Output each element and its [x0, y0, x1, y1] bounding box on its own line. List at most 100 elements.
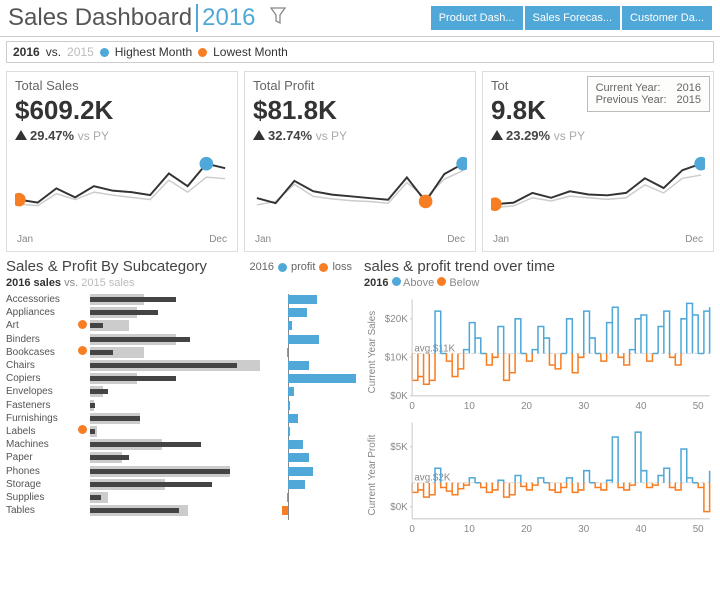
- subcat-row[interactable]: Phones: [6, 464, 356, 477]
- subcat-row[interactable]: Chairs: [6, 359, 356, 372]
- subcat-name: Storage: [6, 479, 78, 490]
- above-dot-icon: [392, 277, 401, 286]
- subcat-name: Furnishings: [6, 413, 78, 424]
- sales-bar: [90, 452, 260, 463]
- subcat-row[interactable]: Labels: [6, 425, 356, 438]
- trend-above: Above: [403, 277, 434, 289]
- svg-text:50: 50: [693, 401, 704, 411]
- subcat-row[interactable]: Bookcases: [6, 346, 356, 359]
- trend-chart: Current Year Profit avg.$2K $0K$5K010203…: [364, 416, 714, 534]
- subcat-row[interactable]: Binders: [6, 333, 356, 346]
- filter-icon[interactable]: [270, 7, 286, 30]
- subcat-name: Phones: [6, 466, 78, 477]
- trend-panel: sales & profit trend over time 2016 Abov…: [364, 258, 714, 523]
- subcat-row[interactable]: Supplies: [6, 491, 356, 504]
- legend-cur-year: 2016: [13, 45, 40, 59]
- svg-text:20: 20: [521, 401, 532, 411]
- kpi-change: 29.47% vs PY: [15, 128, 229, 143]
- trend-below: Below: [449, 277, 479, 289]
- sales-bar: [90, 492, 260, 503]
- subcat-row[interactable]: Furnishings: [6, 412, 356, 425]
- svg-text:$5K: $5K: [390, 442, 408, 453]
- tooltip-py-label: Previous Year:: [596, 94, 667, 106]
- axis-end: Dec: [209, 234, 227, 245]
- subcat-row[interactable]: Appliances: [6, 306, 356, 319]
- subcat-row[interactable]: Accessories: [6, 293, 356, 306]
- subcat-row[interactable]: Storage: [6, 478, 356, 491]
- kpi-card[interactable]: Total Sales $609.2K 29.47% vs PY JanDec: [6, 71, 238, 252]
- profit-loss-bar: [266, 307, 356, 318]
- loss-flag-dot: [78, 320, 90, 332]
- legend-dot-highest: [100, 48, 109, 57]
- axis-start: Jan: [493, 234, 509, 245]
- profit-loss-bar: [266, 426, 356, 437]
- sales-bar: [90, 294, 260, 305]
- sales-bar: [90, 373, 260, 384]
- subcat-cur-label: 2016 sales: [6, 277, 61, 289]
- svg-text:20: 20: [521, 524, 532, 534]
- tooltip-cy-label: Current Year:: [596, 82, 661, 94]
- profit-loss-bar: [266, 413, 356, 424]
- nav-customer-dashboard[interactable]: Customer Da...: [622, 6, 712, 30]
- subcat-row[interactable]: Copiers: [6, 372, 356, 385]
- loss-flag-dot: [78, 425, 90, 437]
- subcat-name: Copiers: [6, 373, 78, 384]
- svg-text:$10K: $10K: [385, 353, 408, 364]
- subcat-legend-year: 2016: [249, 261, 273, 273]
- tooltip-py-val: 2015: [677, 94, 701, 106]
- up-triangle-icon: [253, 130, 265, 140]
- profit-dot-icon: [278, 263, 287, 272]
- trend-year: 2016: [364, 277, 388, 289]
- profit-loss-bar: [266, 400, 356, 411]
- sales-bar: [90, 505, 260, 516]
- svg-text:avg.$2K: avg.$2K: [414, 473, 451, 484]
- sales-bar: [90, 347, 260, 358]
- subcat-legend-loss: loss: [332, 261, 352, 273]
- subcat-name: Machines: [6, 439, 78, 450]
- kpi-card[interactable]: Total Profit $81.8K 32.74% vs PY JanDec: [244, 71, 476, 252]
- subcat-name: Paper: [6, 452, 78, 463]
- svg-text:0: 0: [409, 401, 415, 411]
- axis-end: Dec: [447, 234, 465, 245]
- profit-loss-bar: [266, 373, 356, 384]
- subcategory-panel: Sales & Profit By Subcategory 2016 sales…: [6, 258, 356, 523]
- kpi-sparkline: [491, 149, 705, 229]
- loss-dot-icon: [319, 263, 328, 272]
- subcat-row[interactable]: Tables: [6, 504, 356, 517]
- nav-product-dashboard[interactable]: Product Dash...: [431, 6, 523, 30]
- subcat-row[interactable]: Paper: [6, 451, 356, 464]
- nav-sales-forecast[interactable]: Sales Forecas...: [525, 6, 620, 30]
- legend-bar: 2016 vs. 2015 Highest Month Lowest Month: [6, 41, 714, 63]
- profit-loss-bar: [266, 334, 356, 345]
- kpi-label: Total Sales: [15, 78, 229, 93]
- subcat-name: Art: [6, 320, 78, 331]
- page-title: Sales Dashboard: [8, 4, 192, 32]
- subcat-row[interactable]: Envelopes: [6, 385, 356, 398]
- svg-text:50: 50: [693, 524, 704, 534]
- legend-dot-lowest: [198, 48, 207, 57]
- profit-loss-bar: [266, 320, 356, 331]
- subcat-name: Appliances: [6, 307, 78, 318]
- sales-bar: [90, 386, 260, 397]
- subcat-name: Bookcases: [6, 347, 78, 358]
- subcat-row[interactable]: Machines: [6, 438, 356, 451]
- axis-start: Jan: [255, 234, 271, 245]
- kpi-label: Total Profit: [253, 78, 467, 93]
- profit-loss-bar: [266, 294, 356, 305]
- below-dot-icon: [437, 277, 446, 286]
- sales-bar: [90, 413, 260, 424]
- year-selector[interactable]: 2016: [196, 4, 255, 32]
- subcat-row[interactable]: Art: [6, 319, 356, 332]
- kpi-value: $81.8K: [253, 95, 467, 126]
- sales-bar: [90, 479, 260, 490]
- sales-bar: [90, 439, 260, 450]
- subcat-prev-label: 2015 sales: [81, 277, 134, 289]
- svg-text:$20K: $20K: [385, 314, 408, 325]
- nav-tabs: Product Dash... Sales Forecas... Custome…: [431, 6, 712, 30]
- subcat-name: Envelopes: [6, 386, 78, 397]
- svg-text:Current Year Sales: Current Year Sales: [367, 311, 378, 394]
- subcat-row[interactable]: Fasteners: [6, 399, 356, 412]
- kpi-change: 23.29% vs PY: [491, 128, 705, 143]
- subcat-legend-profit: profit: [291, 261, 315, 273]
- subcat-name: Labels: [6, 426, 78, 437]
